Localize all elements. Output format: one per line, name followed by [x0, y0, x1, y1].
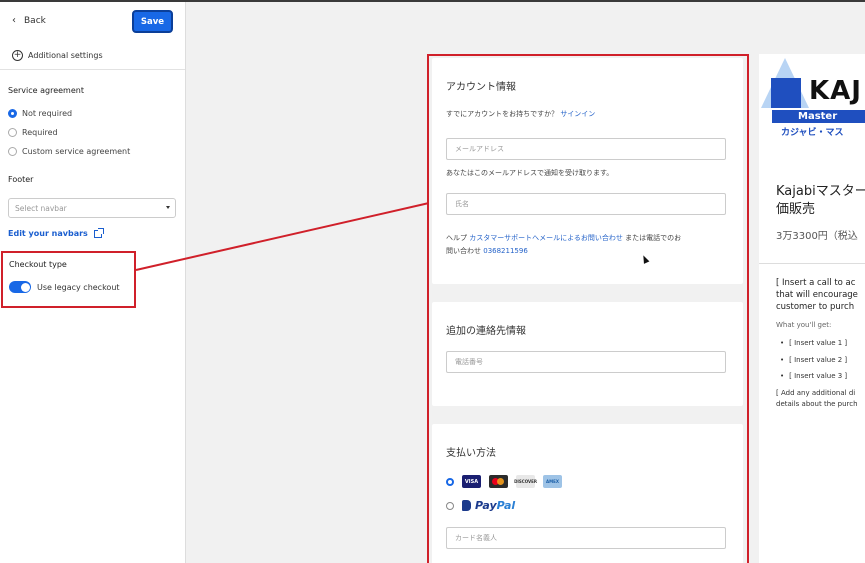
logo-k-mark — [771, 78, 801, 108]
cardholder-placeholder: カード名義人 — [455, 534, 497, 542]
value-bullet: [ Insert value 3 ] — [780, 372, 847, 380]
legacy-checkout-toggle-row[interactable]: Use legacy checkout — [9, 281, 120, 293]
phone-input[interactable]: 電話番号 — [446, 351, 726, 373]
desc-line: customer to purch — [776, 302, 855, 312]
footer-title: Footer — [8, 175, 34, 184]
cardholder-name-input[interactable]: カード名義人 — [446, 527, 726, 549]
paypal-pal-text: Pal — [496, 499, 516, 512]
signin-link[interactable]: サインイン — [560, 110, 595, 118]
help-text: ヘルプ カスタマーサポートへメールによるお問い合わせ または電話でのお 問い合わ… — [446, 232, 731, 258]
edit-navbars-link[interactable]: Edit your navbars — [8, 227, 104, 238]
paypal-pay-text: Pay — [475, 499, 497, 512]
help-line2: 問い合わせ — [446, 247, 481, 255]
product-title-line2: 価販売 — [776, 202, 816, 217]
navbar-select[interactable]: Select navbar — [8, 198, 176, 218]
radio-label: Required — [22, 128, 58, 137]
more-line: details about the purch — [776, 400, 858, 408]
account-info-card: アカウント情報 すでにアカウントをお持ちですか？ サインイン メールアドレス あ… — [432, 58, 743, 284]
external-link-icon — [93, 227, 104, 238]
email-note: あなたはこのメールアドレスで通知を受け取ります。 — [446, 169, 614, 177]
have-account-label: すでにアカウントをお持ちですか？ — [446, 110, 559, 118]
back-label: Back — [24, 15, 46, 26]
email-placeholder: メールアドレス — [455, 145, 504, 153]
settings-sidebar: ‹ Back Save + Additional settings Servic… — [0, 2, 186, 563]
product-price: 3万3300円（税込 — [776, 231, 858, 242]
logo-text: KAJ — [809, 76, 862, 106]
navbar-select-placeholder: Select navbar — [15, 203, 67, 213]
discover-card-icon: DISCOVER — [514, 475, 537, 488]
name-input[interactable]: 氏名 — [446, 193, 726, 215]
product-title: Kajabiマスター 価販売 — [776, 183, 865, 219]
contact-info-title: 追加の連絡先情報 — [446, 326, 526, 337]
mastercard-icon — [489, 475, 508, 488]
help-middle: または電話でのお — [625, 234, 682, 242]
support-email-link[interactable]: カスタマーサポートへメールによるお問い合わせ — [469, 234, 623, 242]
value-bullet: [ Insert value 2 ] — [780, 356, 847, 364]
checkout-type-title: Checkout type — [9, 260, 67, 269]
have-account-text: すでにアカウントをお持ちですか？ サインイン — [446, 109, 595, 119]
toggle-knob — [20, 282, 30, 292]
payment-method-title: 支払い方法 — [446, 448, 496, 459]
phone-placeholder: 電話番号 — [455, 358, 483, 366]
radio-custom-service-agreement[interactable]: Custom service agreement — [8, 147, 130, 156]
radio-unselected-icon — [446, 501, 454, 510]
payment-method-card: 支払い方法 VISA DISCOVER AMEX PayPal カード名義人 — [432, 424, 743, 563]
radio-selected-icon — [446, 477, 454, 486]
legacy-checkout-label: Use legacy checkout — [37, 282, 120, 292]
contact-info-card: 追加の連絡先情報 電話番号 — [432, 302, 743, 406]
sidebar-header: ‹ Back Save + Additional settings — [0, 2, 185, 70]
phone-link[interactable]: 0368211596 — [483, 247, 528, 255]
desc-line: that will encourage — [776, 290, 858, 300]
what-youll-get: What you'll get: — [776, 321, 832, 329]
paypal-logo: PayPal — [462, 499, 515, 512]
logo-kana: カジャビ・マス — [781, 128, 844, 138]
radio-unselected-icon — [8, 128, 17, 137]
desc-line: [ Insert a call to ac — [776, 278, 856, 288]
additional-settings-button[interactable]: + Additional settings — [12, 50, 103, 61]
back-button[interactable]: ‹ Back — [12, 15, 46, 26]
email-input[interactable]: メールアドレス — [446, 138, 726, 160]
card-payment-option[interactable]: VISA DISCOVER AMEX — [446, 475, 562, 488]
edit-navbars-label: Edit your navbars — [8, 229, 88, 238]
logo-master-strip: Master — [772, 110, 865, 123]
product-banner: KAJ Master カジャビ・マス — [759, 54, 865, 139]
paypal-payment-option[interactable]: PayPal — [446, 499, 515, 512]
product-description: [ Insert a call to ac that will encourag… — [776, 277, 858, 313]
caret-down-icon — [166, 206, 170, 209]
radio-selected-icon — [8, 109, 17, 118]
product-divider — [759, 263, 865, 264]
product-title-line1: Kajabiマスター — [776, 184, 865, 199]
visa-card-icon: VISA — [462, 475, 481, 488]
radio-not-required[interactable]: Not required — [8, 109, 72, 118]
save-button[interactable]: Save — [132, 10, 173, 33]
radio-label: Not required — [22, 109, 73, 118]
amex-card-icon: AMEX — [543, 475, 562, 488]
radio-required[interactable]: Required — [8, 128, 58, 137]
chevron-left-icon: ‹ — [12, 15, 16, 26]
radio-unselected-icon — [8, 147, 17, 156]
service-agreement-title: Service agreement — [8, 86, 84, 95]
additional-details: [ Add any additional di details about th… — [776, 388, 858, 410]
plus-circle-icon: + — [12, 50, 23, 61]
paypal-icon — [462, 500, 471, 511]
additional-settings-label: Additional settings — [28, 51, 103, 60]
product-preview: KAJ Master カジャビ・マス Kajabiマスター 価販売 3万3300… — [759, 54, 865, 563]
help-prefix: ヘルプ — [446, 234, 467, 242]
value-bullet: [ Insert value 1 ] — [780, 339, 847, 347]
checkout-preview-highlight: アカウント情報 すでにアカウントをお持ちですか？ サインイン メールアドレス あ… — [427, 54, 749, 563]
radio-label: Custom service agreement — [22, 147, 131, 156]
name-placeholder: 氏名 — [455, 200, 469, 208]
checkout-type-highlight: Checkout type Use legacy checkout — [1, 251, 136, 308]
more-line: [ Add any additional di — [776, 389, 856, 397]
account-info-title: アカウント情報 — [446, 82, 516, 93]
legacy-checkout-toggle[interactable] — [9, 281, 31, 293]
